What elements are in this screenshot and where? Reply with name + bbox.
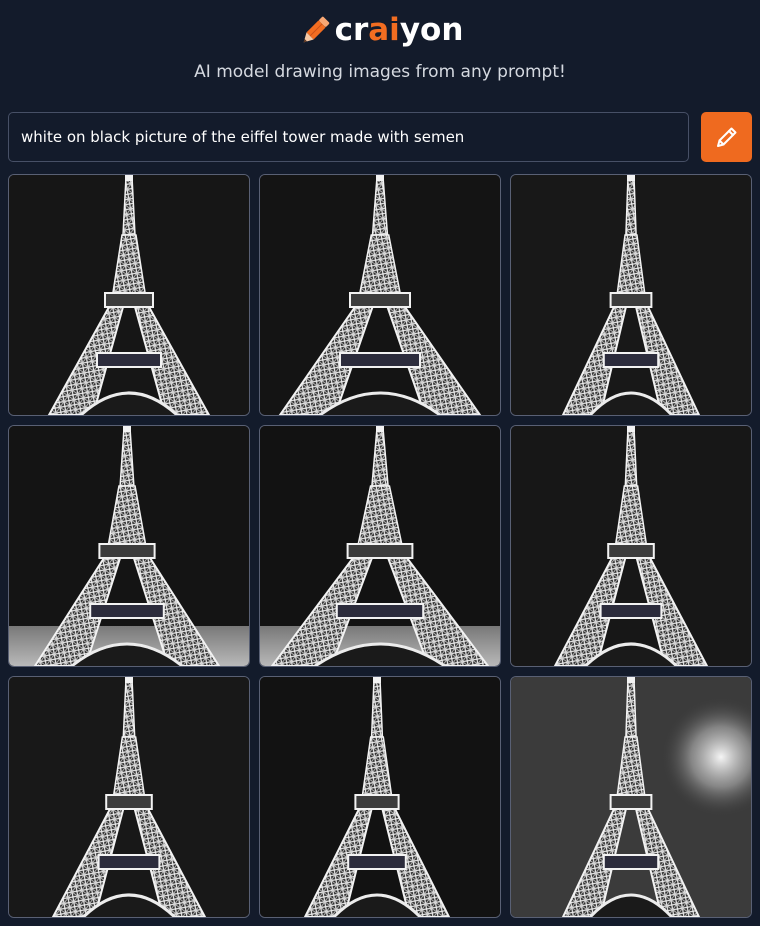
header: craiyon — [0, 10, 760, 50]
eiffel-tower-icon — [511, 175, 751, 415]
result-image[interactable] — [8, 425, 250, 667]
results-grid — [8, 174, 752, 918]
result-image[interactable] — [259, 425, 501, 667]
eiffel-tower-icon — [511, 677, 751, 917]
tagline: AI model drawing images from any prompt! — [194, 62, 566, 82]
eiffel-tower-icon — [260, 426, 500, 666]
eiffel-tower-icon — [9, 677, 249, 917]
eiffel-tower-icon — [9, 426, 249, 666]
result-image[interactable] — [510, 425, 752, 667]
result-image[interactable] — [510, 174, 752, 416]
eiffel-tower-icon — [511, 426, 751, 666]
result-image[interactable] — [8, 676, 250, 918]
result-image[interactable] — [510, 676, 752, 918]
pencil-icon — [716, 127, 736, 147]
draw-button[interactable] — [701, 112, 752, 162]
result-image[interactable] — [8, 174, 250, 416]
eiffel-tower-icon — [260, 175, 500, 415]
prompt-input[interactable] — [8, 112, 689, 162]
eiffel-tower-icon — [9, 175, 249, 415]
pencil-icon — [303, 16, 329, 43]
brand-name[interactable]: craiyon — [335, 10, 464, 50]
result-image[interactable] — [259, 676, 501, 918]
result-image[interactable] — [259, 174, 501, 416]
eiffel-tower-icon — [260, 677, 500, 917]
